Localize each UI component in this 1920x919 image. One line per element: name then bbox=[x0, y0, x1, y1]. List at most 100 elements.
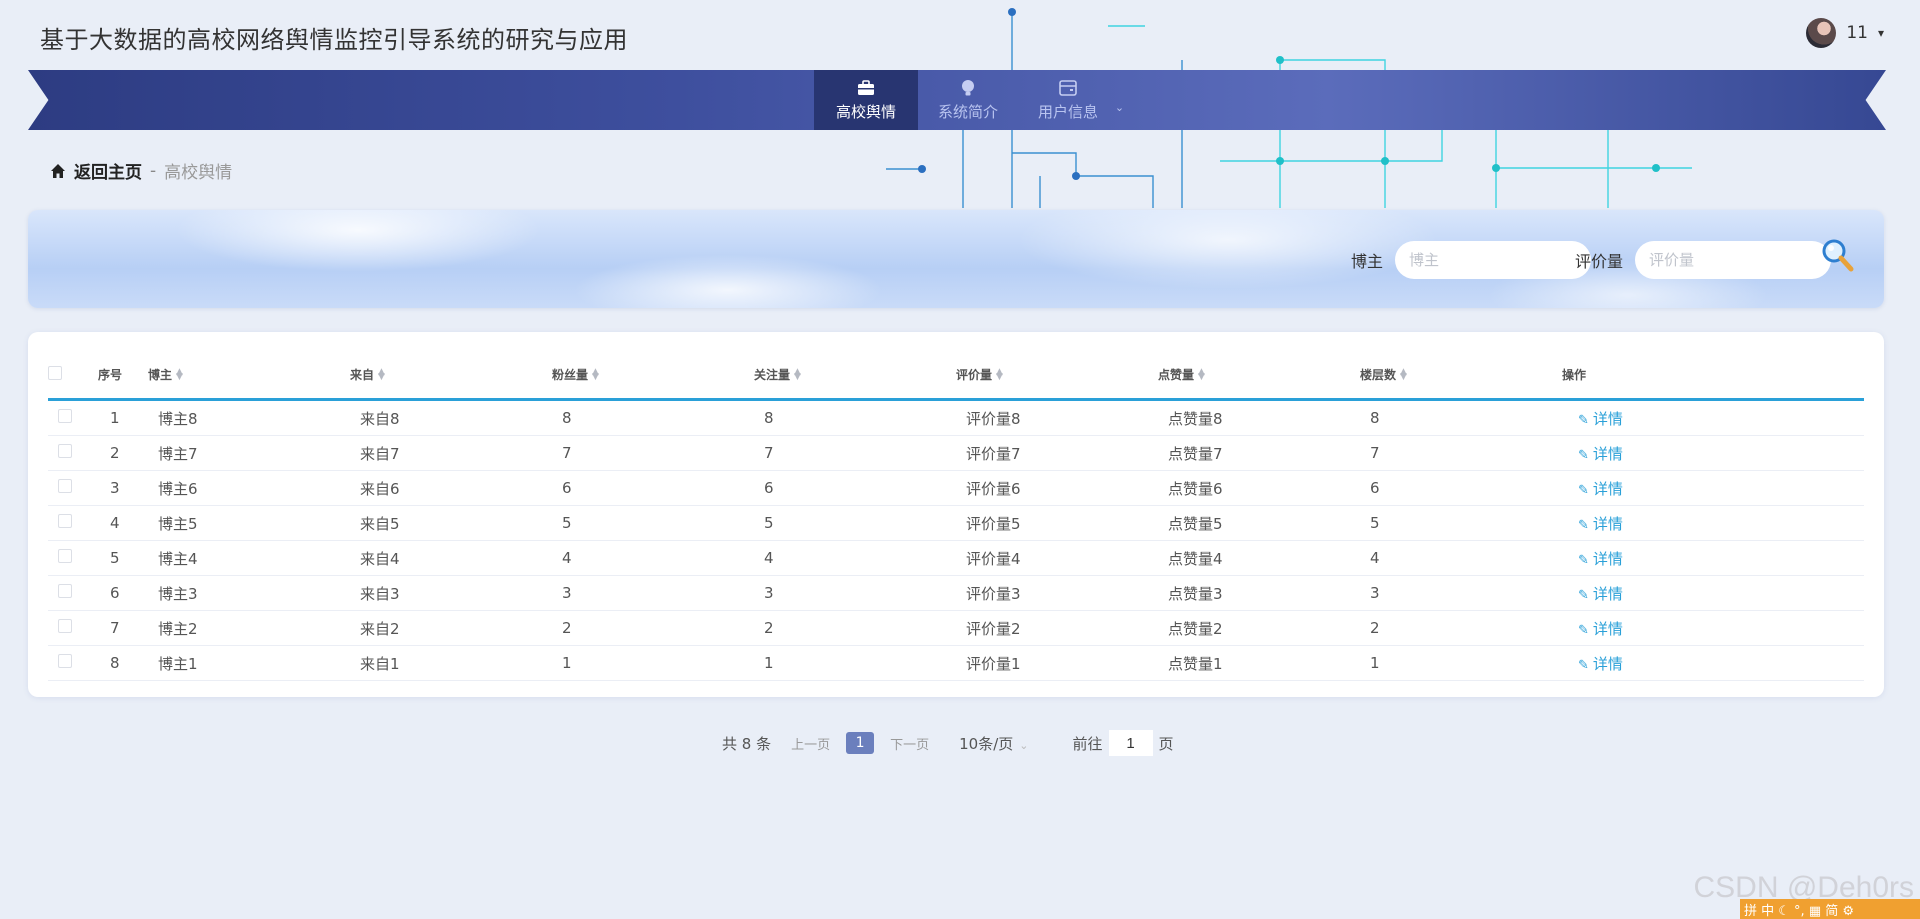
row-checkbox[interactable] bbox=[58, 654, 72, 668]
prev-page-button[interactable]: 上一页 bbox=[791, 734, 830, 753]
cell-value: 8 bbox=[110, 654, 120, 672]
header-cell[interactable]: 来自 ▲ ▼ bbox=[350, 350, 552, 401]
user-name[interactable]: 11 bbox=[1846, 23, 1868, 43]
row-index-cell: 8 bbox=[98, 645, 148, 681]
user-menu[interactable]: 11 ▾ bbox=[1806, 18, 1884, 48]
header-cell[interactable]: 关注量 ▲ ▼ bbox=[754, 350, 956, 401]
cell-value: 4 bbox=[764, 549, 774, 567]
table-cell: 5 bbox=[552, 505, 754, 541]
detail-link[interactable]: ✎ 详情 bbox=[1578, 585, 1623, 603]
detail-link[interactable]: ✎ 详情 bbox=[1578, 515, 1623, 533]
table-cell: 2 bbox=[754, 610, 956, 646]
cell-value: 点赞量5 bbox=[1168, 514, 1223, 533]
detail-link[interactable]: ✎ 详情 bbox=[1578, 655, 1623, 673]
header-cell: 序号 bbox=[98, 350, 148, 401]
table-cell: 博主6 bbox=[148, 470, 350, 506]
pencil-icon: ✎ bbox=[1578, 552, 1589, 568]
cell-value: 来自7 bbox=[360, 444, 400, 463]
sort-icon[interactable]: ▲ ▼ bbox=[592, 368, 599, 382]
sort-icon[interactable]: ▲ ▼ bbox=[996, 368, 1003, 382]
row-checkbox[interactable] bbox=[58, 549, 72, 563]
row-select-cell[interactable] bbox=[48, 610, 98, 646]
detail-link[interactable]: ✎ 详情 bbox=[1578, 480, 1623, 498]
row-index-cell: 4 bbox=[98, 505, 148, 541]
home-icon[interactable] bbox=[50, 163, 66, 179]
sort-icon[interactable]: ▲ ▼ bbox=[1198, 368, 1205, 382]
table-cell: 来自6 bbox=[350, 470, 552, 506]
cell-value: 7 bbox=[562, 444, 572, 462]
blogger-search-input[interactable] bbox=[1395, 241, 1592, 279]
table-cell: 点赞量3 bbox=[1158, 575, 1360, 611]
magnifier-icon[interactable] bbox=[1818, 236, 1858, 276]
ime-toolbar[interactable]: 拼 中 ☾ °, ▦ 简 ⚙ bbox=[1740, 899, 1920, 919]
table-cell: 博主1 bbox=[148, 645, 350, 681]
row-checkbox[interactable] bbox=[58, 479, 72, 493]
header-select-all[interactable] bbox=[48, 350, 98, 401]
row-select-cell[interactable] bbox=[48, 540, 98, 576]
goto-suffix: 页 bbox=[1158, 734, 1174, 753]
detail-link[interactable]: ✎ 详情 bbox=[1578, 620, 1623, 638]
select-all-checkbox[interactable] bbox=[48, 365, 62, 380]
nav-label: 高校舆情 bbox=[835, 103, 896, 121]
cell-value: 2 bbox=[764, 619, 774, 637]
row-select-cell[interactable] bbox=[48, 575, 98, 611]
nav-item-user-info[interactable]: 用户信息 ⌄ bbox=[1018, 70, 1128, 130]
nav-item-campus-opinion[interactable]: 高校舆情 bbox=[814, 70, 918, 130]
table-cell: 7 bbox=[754, 435, 956, 471]
rating-search-input[interactable] bbox=[1635, 241, 1832, 279]
breadcrumb-home-link[interactable]: 返回主页 bbox=[74, 158, 142, 183]
detail-link[interactable]: ✎ 详情 bbox=[1578, 445, 1623, 463]
header-cell[interactable]: 点赞量 ▲ ▼ bbox=[1158, 350, 1360, 401]
header-cell[interactable]: 楼层数 ▲ ▼ bbox=[1360, 350, 1562, 401]
table-cell: 评价量4 bbox=[956, 540, 1158, 576]
row-checkbox[interactable] bbox=[58, 514, 72, 528]
table-cell: 3 bbox=[552, 575, 754, 611]
header-cell[interactable]: 粉丝量 ▲ ▼ bbox=[552, 350, 754, 401]
detail-link[interactable]: ✎ 详情 bbox=[1578, 550, 1623, 568]
cell-value: 8 bbox=[562, 409, 572, 427]
row-checkbox[interactable] bbox=[58, 444, 72, 458]
detail-link[interactable]: ✎ 详情 bbox=[1578, 410, 1623, 428]
cell-value: 评价量3 bbox=[966, 584, 1021, 603]
goto-label: 前往 bbox=[1072, 734, 1103, 753]
row-select-cell[interactable] bbox=[48, 645, 98, 681]
row-select-cell[interactable] bbox=[48, 399, 98, 436]
table-cell: 1 bbox=[754, 645, 956, 681]
avatar[interactable] bbox=[1806, 18, 1837, 48]
action-cell: ✎ 详情 bbox=[1562, 470, 1864, 506]
row-select-cell[interactable] bbox=[48, 505, 98, 541]
detail-label: 详情 bbox=[1592, 619, 1623, 638]
table-cell: 8 bbox=[754, 399, 956, 436]
row-select-cell[interactable] bbox=[48, 470, 98, 506]
chevron-down-icon[interactable]: ⌄ bbox=[1115, 101, 1124, 114]
page-number-current[interactable]: 1 bbox=[846, 732, 875, 754]
table-row: 6 博主3 来自3 3 3 评价量3 点赞量3 3 ✎ 详情 bbox=[48, 575, 1864, 611]
cell-value: 1 bbox=[110, 409, 120, 427]
next-page-button[interactable]: 下一页 bbox=[890, 734, 929, 753]
caret-down-icon[interactable]: ▾ bbox=[1878, 26, 1884, 40]
table-body: 1 博主8 来自8 8 8 评价量8 点赞量8 8 ✎ 详情 2 博主7 来自7 7 7 评价量7 点赞量7 7 ✎… bbox=[48, 399, 1864, 681]
header-cell[interactable]: 评价量 ▲ ▼ bbox=[956, 350, 1158, 401]
table-cell: 来自4 bbox=[350, 540, 552, 576]
sort-icon[interactable]: ▲ ▼ bbox=[378, 368, 385, 382]
row-checkbox[interactable] bbox=[58, 409, 72, 423]
row-checkbox[interactable] bbox=[58, 584, 72, 598]
table-cell: 4 bbox=[1360, 540, 1562, 576]
table-cell: 来自2 bbox=[350, 610, 552, 646]
table-cell: 来自1 bbox=[350, 645, 552, 681]
sort-icon[interactable]: ▲ ▼ bbox=[1400, 368, 1407, 382]
detail-label: 详情 bbox=[1592, 549, 1623, 568]
sort-icon[interactable]: ▲ ▼ bbox=[794, 368, 801, 382]
page-size-select[interactable]: 10条/页 ⌄ bbox=[959, 733, 1028, 754]
cell-value: 评价量8 bbox=[966, 409, 1021, 428]
goto-page-input[interactable] bbox=[1108, 730, 1153, 756]
search-label-rating: 评价量 bbox=[1575, 252, 1624, 271]
header-cell[interactable]: 博主 ▲ ▼ bbox=[148, 350, 350, 401]
nav-item-system-intro[interactable]: 系统简介 bbox=[918, 70, 1018, 130]
row-select-cell[interactable] bbox=[48, 435, 98, 471]
sort-icon[interactable]: ▲ ▼ bbox=[176, 368, 183, 382]
cell-value: 1 bbox=[562, 654, 572, 672]
table-row: 2 博主7 来自7 7 7 评价量7 点赞量7 7 ✎ 详情 bbox=[48, 435, 1864, 471]
cell-value: 评价量6 bbox=[966, 479, 1021, 498]
row-checkbox[interactable] bbox=[58, 619, 72, 633]
